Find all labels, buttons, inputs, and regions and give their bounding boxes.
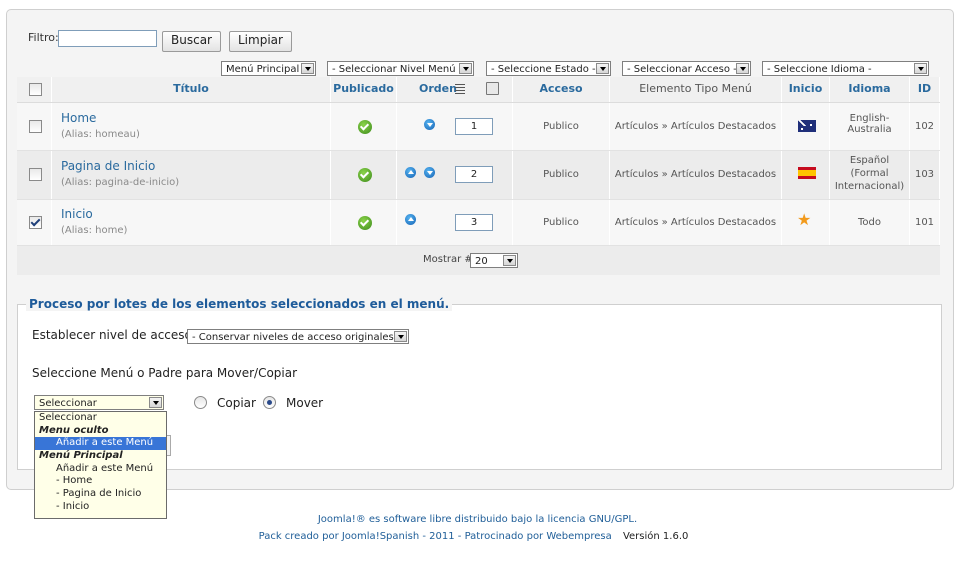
- access-level-label: Establecer nivel de acceso: [32, 328, 192, 342]
- footer-credits-link[interactable]: Pack creado por Joomla!Spanish - 2011 - …: [259, 531, 612, 542]
- australia-flag-icon[interactable]: [798, 120, 816, 132]
- state-select[interactable]: - Seleccione Estado -: [486, 61, 611, 76]
- chevron-down-icon: [596, 63, 609, 74]
- dropdown-group: Menu oculto: [39, 424, 109, 436]
- move-up-icon[interactable]: [405, 214, 416, 225]
- move-copy-label: Seleccione Menú o Padre para Mover/Copia…: [32, 366, 298, 380]
- dropdown-option[interactable]: - Home: [35, 475, 166, 488]
- type-value: Artículos » Artículos Destacados: [610, 151, 782, 199]
- id-value: 101: [910, 200, 940, 245]
- move-radio[interactable]: [263, 396, 276, 409]
- move-down-icon[interactable]: [424, 119, 435, 130]
- chevron-down-icon: [736, 63, 749, 74]
- batch-access-select[interactable]: - Conservar niveles de acceso originales…: [187, 329, 409, 344]
- chevron-down-icon: [914, 63, 927, 74]
- sort-icon[interactable]: [455, 84, 465, 94]
- dropdown-option[interactable]: - Inicio: [35, 501, 166, 514]
- published-check-icon[interactable]: [358, 120, 372, 134]
- table-row: Inicio (Alias: home) 3 Publico Artículos…: [17, 200, 940, 246]
- chevron-down-icon: [394, 331, 407, 342]
- move-down-icon[interactable]: [424, 167, 435, 178]
- dropdown-option[interactable]: - Pagina de Inicio: [35, 488, 166, 501]
- chevron-down-icon: [503, 255, 516, 266]
- order-input[interactable]: 1: [455, 118, 493, 135]
- dropdown-option[interactable]: Seleccionar: [35, 412, 166, 425]
- batch-target-select[interactable]: Seleccionar: [34, 395, 164, 410]
- access-value[interactable]: Publico: [513, 151, 610, 199]
- table-row: Home (Alias: homeau) 1 Publico Artículos…: [17, 103, 940, 151]
- menu-select[interactable]: Menú Principal: [221, 61, 316, 76]
- pagination-label: Mostrar #: [423, 254, 473, 265]
- copy-label: Copiar: [217, 396, 256, 410]
- access-select[interactable]: - Seleccionar Acceso -: [622, 61, 751, 76]
- chevron-down-icon: [459, 63, 472, 74]
- order-input[interactable]: 3: [455, 214, 493, 231]
- table-header: Título Publicado Orden Acceso Elemento T…: [17, 77, 940, 103]
- move-up-icon[interactable]: [405, 167, 416, 178]
- row-checkbox[interactable]: [29, 168, 42, 181]
- language-value: Todo: [830, 200, 910, 245]
- chevron-down-icon: [149, 397, 162, 408]
- target-dropdown-list[interactable]: Seleccionar Menu oculto Añadir a este Me…: [34, 411, 167, 519]
- pagination-bar: Mostrar # 20: [17, 246, 940, 275]
- col-order[interactable]: Orden: [419, 77, 457, 101]
- filter-label: Filtro:: [28, 31, 59, 44]
- item-title-link[interactable]: Home: [61, 111, 96, 125]
- clear-button[interactable]: Limpiar: [229, 31, 292, 52]
- col-id[interactable]: ID: [910, 77, 940, 102]
- batch-legend: Proceso por lotes de los elementos selec…: [26, 297, 453, 311]
- language-value: English- Australia: [830, 103, 910, 150]
- col-order-cell: Orden: [397, 77, 513, 102]
- select-all-checkbox[interactable]: [29, 83, 42, 96]
- access-value[interactable]: Publico: [513, 200, 610, 245]
- id-value: 102: [910, 103, 940, 150]
- table-row: Pagina de Inicio (Alias: pagina-de-inici…: [17, 151, 940, 200]
- order-input[interactable]: 2: [455, 166, 493, 183]
- col-language[interactable]: Idioma: [830, 77, 910, 102]
- item-alias: (Alias: homeau): [61, 129, 140, 140]
- move-label: Mover: [286, 396, 324, 410]
- search-button[interactable]: Buscar: [162, 31, 221, 52]
- language-select[interactable]: - Seleccione Idioma -: [762, 61, 929, 76]
- access-value[interactable]: Publico: [513, 103, 610, 150]
- save-order-icon[interactable]: [486, 82, 499, 95]
- item-alias: (Alias: pagina-de-inicio): [61, 177, 180, 188]
- limit-select[interactable]: 20: [470, 253, 518, 268]
- level-select[interactable]: - Seleccionar Nivel Menú -: [327, 61, 474, 76]
- dropdown-option[interactable]: Añadir a este Menú: [35, 463, 166, 476]
- col-title[interactable]: Título: [52, 77, 331, 102]
- published-check-icon[interactable]: [358, 168, 372, 182]
- col-access[interactable]: Acceso: [513, 77, 610, 102]
- type-value: Artículos » Artículos Destacados: [610, 200, 782, 245]
- spain-flag-icon[interactable]: [798, 167, 816, 179]
- dropdown-group: Menú Principal: [39, 450, 123, 462]
- chevron-down-icon: [301, 63, 314, 74]
- filter-input[interactable]: [58, 30, 157, 47]
- col-published[interactable]: Publicado: [331, 77, 397, 102]
- footer-credits: Pack creado por Joomla!Spanish - 2011 - …: [0, 531, 947, 542]
- type-value: Artículos » Artículos Destacados: [610, 103, 782, 150]
- published-check-icon[interactable]: [358, 216, 372, 230]
- col-type: Elemento Tipo Menú: [610, 77, 782, 102]
- col-home[interactable]: Inicio: [782, 77, 830, 102]
- default-star-icon[interactable]: ★: [797, 211, 811, 229]
- copy-radio[interactable]: [194, 396, 207, 409]
- language-value: Español (Formal Internacional): [830, 151, 910, 199]
- dropdown-option[interactable]: Añadir a este Menú: [35, 437, 166, 451]
- item-title-link[interactable]: Pagina de Inicio: [61, 159, 155, 173]
- row-checkbox[interactable]: [29, 120, 42, 133]
- select-all-cell: [17, 77, 52, 102]
- id-value: 103: [910, 151, 940, 199]
- item-title-link[interactable]: Inicio: [61, 207, 93, 221]
- footer-license[interactable]: Joomla!® es software libre distribuido b…: [0, 514, 955, 525]
- row-checkbox[interactable]: [29, 216, 42, 229]
- item-alias: (Alias: home): [61, 225, 128, 236]
- footer-version: Versión 1.6.0: [622, 531, 689, 542]
